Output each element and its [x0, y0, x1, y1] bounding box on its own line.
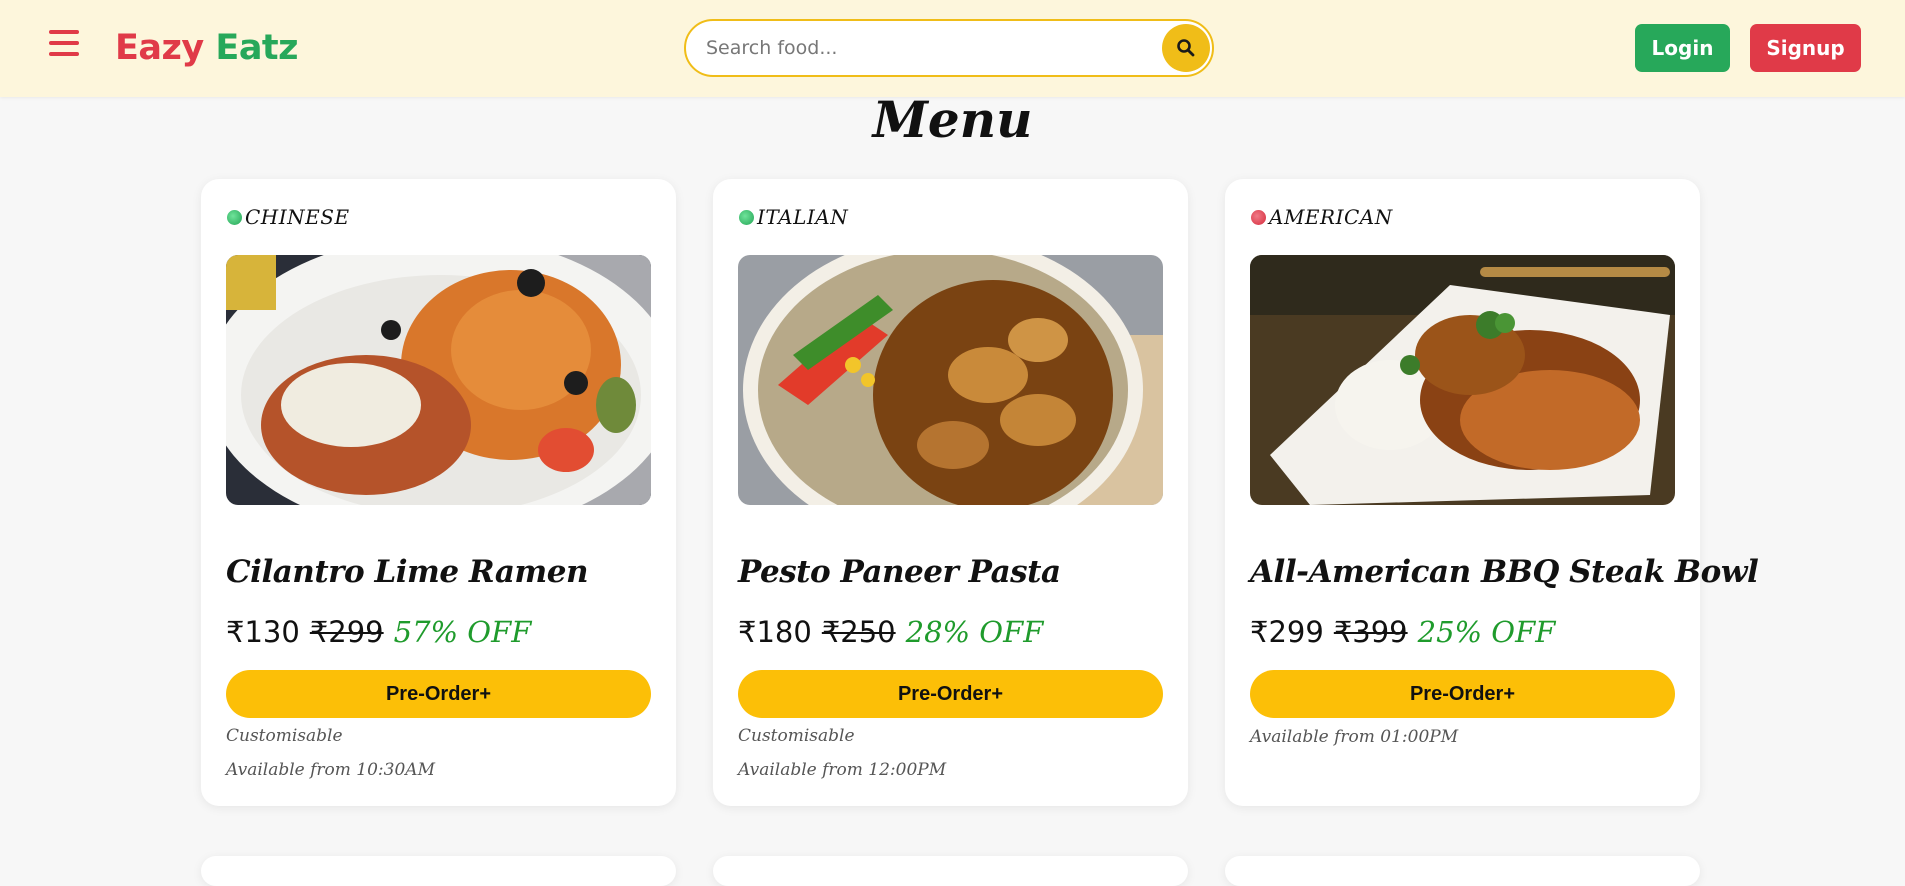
search-input[interactable]	[706, 21, 1146, 75]
menu-card: ITALIAN Pesto Paneer Pasta ₹180 ₹250 28%…	[713, 179, 1188, 806]
discount-label: 57% OFF	[393, 615, 532, 649]
veg-dot-icon	[227, 209, 242, 225]
category-tag: AMERICAN	[1251, 205, 1393, 229]
dish-name: All-American BBQ Steak Bowl	[1250, 554, 1759, 590]
original-price: ₹399	[1333, 615, 1408, 649]
availability-label: Available from 10:30AM	[226, 760, 435, 780]
brand-name-part2: Eatz	[215, 28, 299, 68]
original-price: ₹299	[309, 615, 384, 649]
category-label: CHINESE	[245, 205, 350, 229]
pre-order-button[interactable]: Pre-Order+	[226, 670, 651, 718]
category-label: AMERICAN	[1269, 205, 1393, 229]
login-button[interactable]: Login	[1635, 24, 1730, 72]
category-tag: CHINESE	[227, 205, 350, 229]
current-price: ₹299	[1250, 615, 1324, 649]
availability-label: Available from 01:00PM	[1250, 727, 1459, 747]
menu-card: CHINESE Cilantro Lime Ramen ₹130 ₹299 57…	[201, 179, 676, 806]
chicken-rice-plate-image	[1250, 255, 1675, 505]
discount-label: 28% OFF	[905, 615, 1044, 649]
price-row: ₹130 ₹299 57% OFF	[226, 615, 531, 653]
discount-label: 25% OFF	[1417, 615, 1556, 649]
price-row: ₹180 ₹250 28% OFF	[738, 615, 1043, 653]
paneer-rice-bowl-image	[738, 255, 1163, 505]
pre-order-button[interactable]: Pre-Order+	[738, 670, 1163, 718]
price-row: ₹299 ₹399 25% OFF	[1250, 615, 1555, 653]
menu-card: AMERICAN All-American BBQ Steak Bowl ₹29…	[1225, 179, 1759, 806]
pre-order-button[interactable]: Pre-Order+	[1250, 670, 1675, 718]
brand-name-part1: Eazy	[115, 28, 204, 68]
brand-logo[interactable]: Eazy Eatz	[115, 26, 299, 70]
customisable-label: Customisable	[738, 726, 855, 746]
category-label: ITALIAN	[757, 205, 849, 229]
search-button[interactable]	[1162, 24, 1210, 72]
search-bar	[684, 19, 1214, 77]
original-price: ₹250	[821, 615, 896, 649]
top-navbar: Eazy Eatz Login Signup	[0, 0, 1905, 97]
current-price: ₹130	[226, 615, 300, 649]
availability-label: Available from 12:00PM	[738, 760, 947, 780]
pasta-plate-image	[226, 255, 651, 505]
page-title: Menu	[872, 90, 1033, 149]
current-price: ₹180	[738, 615, 812, 649]
dish-name: Cilantro Lime Ramen	[226, 554, 589, 590]
search-icon	[1177, 39, 1195, 57]
hamburger-menu-icon[interactable]	[49, 30, 79, 56]
customisable-label: Customisable	[226, 726, 343, 746]
nonveg-dot-icon	[1251, 209, 1266, 225]
signup-button[interactable]: Signup	[1750, 24, 1861, 72]
dish-name: Pesto Paneer Pasta	[738, 554, 1061, 590]
category-tag: ITALIAN	[739, 205, 848, 229]
veg-dot-icon	[739, 209, 754, 225]
